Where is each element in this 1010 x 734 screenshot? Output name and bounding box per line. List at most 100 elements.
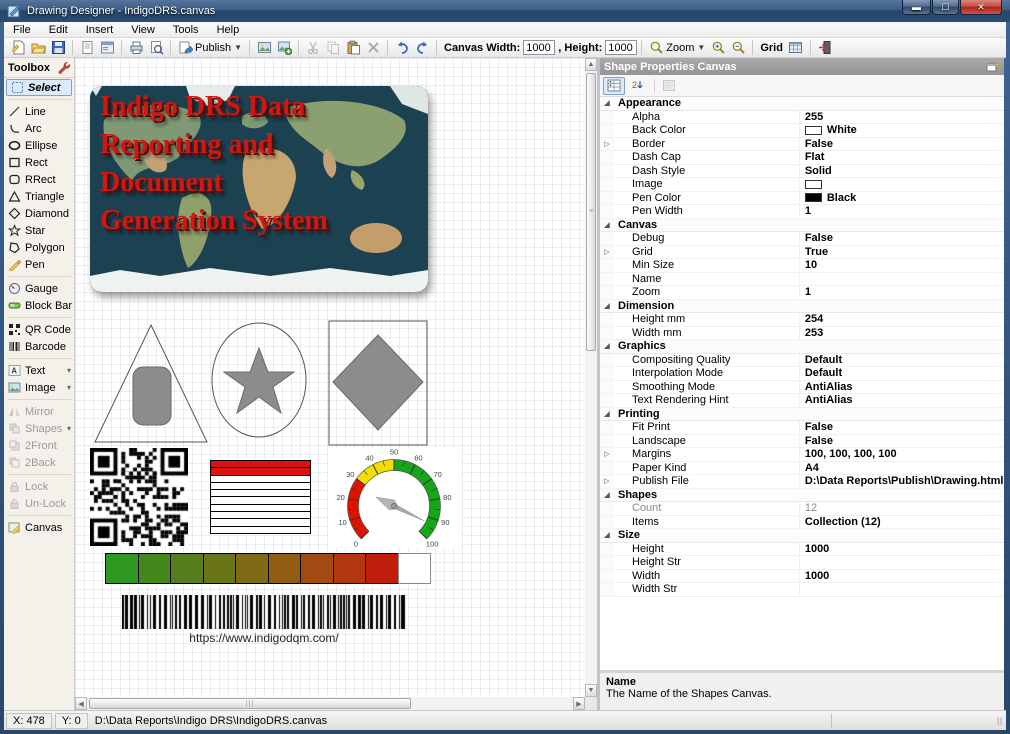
property-row-margins[interactable]: ▷Margins100, 100, 100, 100 [600,448,1004,462]
block-bar-shape[interactable] [210,460,311,534]
property-value[interactable]: D:\Data Reports\Publish\Drawing.html [800,475,1004,487]
property-category-printing[interactable]: ◢Printing [600,408,1004,422]
property-value[interactable] [800,180,1004,189]
toolbox-item-diamond[interactable]: Diamond [4,205,74,222]
property-value[interactable]: False [800,435,1004,447]
property-value[interactable]: A4 [800,462,1004,474]
property-value[interactable]: 1000 [800,543,1004,555]
toolbox-item-block-bar[interactable]: Block Bar [4,297,74,314]
minimize-button[interactable]: ▬ [902,0,931,15]
toolbox-item-pen[interactable]: Pen [4,256,74,273]
chevron-down-icon[interactable]: ▾ [67,366,71,375]
toolbox-item-barcode[interactable]: Barcode [4,338,74,355]
close-button[interactable]: ✕ [960,0,1002,15]
property-value[interactable]: Default [800,367,1004,379]
open-folder-icon[interactable] [29,39,47,57]
expand-icon[interactable]: ▷ [600,138,614,151]
canvas-vertical-scrollbar[interactable]: ▲ ≡ ▼ [585,58,597,697]
menu-help[interactable]: Help [208,23,249,37]
zoom-label[interactable]: Zoom [666,42,694,54]
property-value[interactable]: 254 [800,313,1004,325]
properties-icon[interactable] [98,39,116,57]
grid-icon[interactable] [787,39,805,57]
publish-dropdown-arrow[interactable]: ▼ [234,43,242,52]
expand-icon[interactable]: ▷ [600,475,614,488]
property-row-smoothing-mode[interactable]: Smoothing ModeAntiAlias [600,381,1004,395]
menu-insert[interactable]: Insert [77,23,123,37]
barcode-shape[interactable]: https://www.indigodqm.com/ [122,595,406,645]
toolbox-item-canvas[interactable]: Canvas [4,519,74,536]
vertical-scroll-thumb[interactable]: ≡ [586,73,596,351]
property-row-width[interactable]: Width1000 [600,570,1004,584]
redo-icon[interactable] [413,39,431,57]
property-row-back-color[interactable]: Back ColorWhite [600,124,1004,138]
property-row-dash-cap[interactable]: Dash CapFlat [600,151,1004,165]
menu-edit[interactable]: Edit [40,23,77,37]
property-value[interactable]: 100, 100, 100, 100 [800,448,1004,460]
property-value[interactable]: False [800,232,1004,244]
publish-icon[interactable] [176,39,194,57]
property-row-height-mm[interactable]: Height mm254 [600,313,1004,327]
toolbox-item-qr-code[interactable]: QR Code [4,321,74,338]
property-row-debug[interactable]: DebugFalse [600,232,1004,246]
property-row-zoom[interactable]: Zoom1 [600,286,1004,300]
shapes-group[interactable] [89,320,429,448]
toolbox-item-image[interactable]: Image▾ [4,379,74,396]
property-category-graphics[interactable]: ◢Graphics [600,340,1004,354]
property-value[interactable]: True [800,246,1004,258]
canvas-width-input[interactable] [523,40,555,55]
menu-tools[interactable]: Tools [164,23,208,37]
property-value[interactable]: Flat [800,151,1004,163]
property-category-size[interactable]: ◢Size [600,529,1004,543]
property-row-dash-style[interactable]: Dash StyleSolid [600,165,1004,179]
property-row-alpha[interactable]: Alpha255 [600,111,1004,125]
qr-code-shape[interactable] [90,448,188,546]
property-row-width-str[interactable]: Width Str [600,583,1004,597]
paste-icon[interactable] [344,39,362,57]
collapse-icon[interactable]: ◢ [600,300,614,313]
property-value[interactable]: False [800,138,1004,150]
property-row-height[interactable]: Height1000 [600,543,1004,557]
property-row-items[interactable]: ItemsCollection (12) [600,516,1004,530]
undo-icon[interactable] [393,39,411,57]
property-value[interactable]: Black [800,192,1004,204]
property-row-pen-width[interactable]: Pen Width1 [600,205,1004,219]
title-bar[interactable]: Drawing Designer - IndigoDRS.canvas ▬ ☐ … [0,0,1010,22]
canvas-height-input[interactable] [605,40,637,55]
property-row-fit-print[interactable]: Fit PrintFalse [600,421,1004,435]
toolbox-item-arc[interactable]: Arc [4,120,74,137]
toolbox-item-triangle[interactable]: Triangle [4,188,74,205]
property-value[interactable]: 1 [800,205,1004,217]
page-setup-icon[interactable] [78,39,96,57]
maximize-button[interactable]: ☐ [932,0,959,15]
toolbox-item-rrect[interactable]: RRect [4,171,74,188]
property-value[interactable]: 253 [800,327,1004,339]
property-row-landscape[interactable]: LandscapeFalse [600,435,1004,449]
property-value[interactable]: False [800,421,1004,433]
property-category-dimension[interactable]: ◢Dimension [600,300,1004,314]
collapse-icon[interactable]: ◢ [600,529,614,542]
toolbox-item-star[interactable]: Star [4,222,74,239]
property-row-height-str[interactable]: Height Str [600,556,1004,570]
collapse-icon[interactable]: ◢ [600,408,614,421]
toolbox-item-gauge[interactable]: Gauge [4,280,74,297]
toolbox-item-rect[interactable]: Rect [4,154,74,171]
toolbox-item-ellipse[interactable]: Ellipse [4,137,74,154]
drawing-canvas[interactable]: Indigo DRS Data Reporting and Document G… [75,58,585,697]
toolbox-item-select[interactable]: Select [6,79,72,96]
property-value[interactable]: 255 [800,111,1004,123]
property-row-pen-color[interactable]: Pen ColorBlack [600,192,1004,206]
collapse-icon[interactable]: ◢ [600,489,614,502]
property-row-min-size[interactable]: Min Size10 [600,259,1004,273]
scroll-right-button[interactable]: ▶ [573,697,585,710]
property-row-name[interactable]: Name [600,273,1004,287]
scroll-up-button[interactable]: ▲ [585,58,597,71]
gauge-shape[interactable]: 0102030405060708090100 [328,448,462,548]
menu-view[interactable]: View [122,23,164,37]
categorized-view-button[interactable] [603,77,625,95]
exit-icon[interactable] [816,39,834,57]
property-value[interactable]: Default [800,354,1004,366]
property-value[interactable]: 12 [800,502,1004,514]
collapse-icon[interactable]: ◢ [600,219,614,232]
chevron-down-icon[interactable]: ▾ [67,383,71,392]
